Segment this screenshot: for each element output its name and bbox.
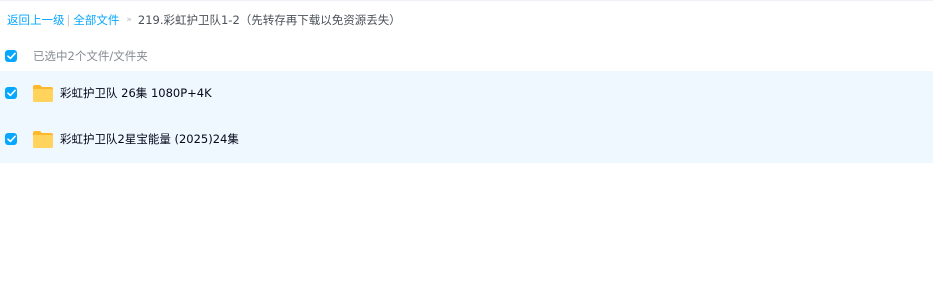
checkmark-icon <box>6 52 16 60</box>
all-files-link[interactable]: 全部文件 <box>73 12 119 28</box>
file-row[interactable]: 彩虹护卫队 26集 1080P+4K <box>0 71 933 115</box>
selection-header: 已选中2个文件/文件夹 <box>0 45 933 67</box>
row-checkbox[interactable] <box>5 133 17 145</box>
file-row[interactable]: 彩虹护卫队2星宝能量 (2025)24集 <box>0 117 933 161</box>
file-name[interactable]: 彩虹护卫队2星宝能量 (2025)24集 <box>60 131 239 147</box>
file-name[interactable]: 彩虹护卫队 26集 1080P+4K <box>60 85 212 101</box>
current-folder-title: 219.彩虹护卫队1-2（先转存再下载以免资源丢失） <box>137 13 401 27</box>
breadcrumb-separator: | <box>66 13 71 27</box>
selected-count-text: 已选中2个文件/文件夹 <box>33 49 148 63</box>
checkmark-icon <box>6 89 16 97</box>
breadcrumb-arrow-icon: » <box>126 15 132 25</box>
file-list: 彩虹护卫队 26集 1080P+4K 彩虹护卫队2星宝能量 (2025)24集 <box>0 71 933 163</box>
breadcrumb: 返回上一级 | 全部文件 » 219.彩虹护卫队1-2（先转存再下载以免资源丢失… <box>7 11 401 29</box>
top-divider <box>0 0 933 1</box>
row-checkbox[interactable] <box>5 87 17 99</box>
checkmark-icon <box>6 135 16 143</box>
folder-icon <box>33 85 53 102</box>
folder-icon <box>33 131 53 148</box>
select-all-checkbox[interactable] <box>5 50 17 62</box>
back-link[interactable]: 返回上一级 <box>7 12 65 28</box>
